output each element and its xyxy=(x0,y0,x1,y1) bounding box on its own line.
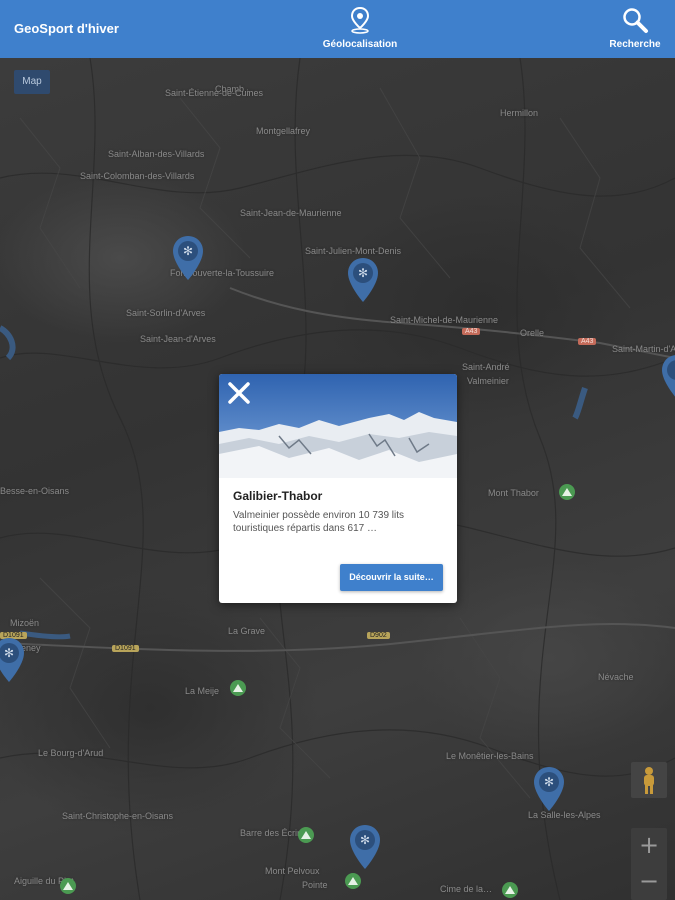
place-label: Hermillon xyxy=(500,108,539,118)
pegman-icon xyxy=(644,767,654,794)
svg-text:✻: ✻ xyxy=(544,775,554,789)
place-label: Mont Thabor xyxy=(488,488,539,498)
geolocation-label: Géolocalisation xyxy=(322,39,398,50)
place-label: Saint-Michel-de-Maurienne xyxy=(390,315,499,325)
place-label: Saint-Alban-des-Villards xyxy=(108,149,205,159)
road-badge: D902 xyxy=(367,632,390,639)
svg-text:✻: ✻ xyxy=(4,646,14,660)
place-label: Barre des Écrins xyxy=(240,828,307,838)
svg-text:✻: ✻ xyxy=(360,833,370,847)
place-label: Orelle xyxy=(520,328,545,338)
mountain-peak-icon xyxy=(230,680,246,696)
mountain-peak-icon xyxy=(60,878,76,894)
svg-text:✻: ✻ xyxy=(358,266,368,280)
location-pin-icon xyxy=(350,6,370,34)
place-label: Saint-Christophe-en-Oisans xyxy=(62,811,174,821)
place-label: Saint-Jean-d'Arves xyxy=(140,334,216,344)
place-label: Besse-en-Oisans xyxy=(0,486,70,496)
place-label: Le Bourg-d'Arud xyxy=(38,748,104,758)
search-label: Recherche xyxy=(609,39,661,50)
zoom-out-button[interactable]: − xyxy=(631,864,667,900)
place-label: Saint-Jean-de-Maurienne xyxy=(240,208,342,218)
ski-resort-pin-icon[interactable]: ✻ xyxy=(0,637,26,683)
place-label: Névache xyxy=(598,672,634,682)
ski-resort-pin-icon[interactable]: ✻ xyxy=(171,235,205,281)
road-badge: A43 xyxy=(462,328,481,335)
place-label: Mizoën xyxy=(10,618,40,628)
app-bar: GeoSport d'hiver Géolocalisation Recherc… xyxy=(0,0,675,58)
zoom-control: + − xyxy=(631,828,667,900)
mountain-peak-icon xyxy=(345,873,361,889)
discover-more-button[interactable]: Découvrir la suite… xyxy=(340,564,443,591)
ski-resort-pin-icon[interactable]: ✻ xyxy=(348,824,382,870)
place-label: La Meije xyxy=(185,686,220,696)
place-label: Montgellafrey xyxy=(256,126,311,136)
resort-title: Galibier-Thabor xyxy=(233,489,323,503)
mountain-peak-icon xyxy=(502,882,518,898)
search-icon xyxy=(623,8,648,33)
resort-photo xyxy=(219,374,457,478)
place-label: Saint-Martin-d'Arc xyxy=(612,344,675,354)
ski-resort-pin-icon[interactable] xyxy=(660,354,675,400)
road-badge: A43 xyxy=(578,338,597,345)
place-label: Saint-Étienne-de-Cuines xyxy=(165,88,264,98)
place-label: Mont Pelvoux xyxy=(265,866,320,876)
mountain-peak-icon xyxy=(559,484,575,500)
close-icon[interactable] xyxy=(225,379,253,407)
place-label: Pointe xyxy=(302,880,328,890)
app-title: GeoSport d'hiver xyxy=(14,21,119,36)
place-label: La Grave xyxy=(228,626,266,636)
resort-info-popup: Galibier-Thabor Valmeinier possède envir… xyxy=(219,374,457,603)
map-type-button[interactable]: Map xyxy=(14,70,50,94)
place-label: Saint-Julien-Mont-Denis xyxy=(305,246,402,256)
place-label: Le Monêtier-les-Bains xyxy=(446,751,534,761)
place-label: Saint-Sorlin-d'Arves xyxy=(126,308,206,318)
mountain-peak-icon xyxy=(298,827,314,843)
zoom-in-button[interactable]: + xyxy=(631,828,667,864)
street-view-pegman[interactable] xyxy=(631,762,667,798)
place-label: Cime de la… xyxy=(440,884,493,894)
search-button[interactable]: Recherche xyxy=(600,6,670,50)
place-label: Saint-Colomban-des-Villards xyxy=(80,171,195,181)
geolocation-button[interactable]: Géolocalisation xyxy=(310,6,410,50)
resort-description: Valmeinier possède environ 10 739 lits t… xyxy=(233,510,405,534)
ski-resort-pin-icon[interactable]: ✻ xyxy=(532,766,566,812)
place-label: Valmeinier xyxy=(467,376,509,386)
ski-resort-pin-icon[interactable]: ✻ xyxy=(346,257,380,303)
svg-text:✻: ✻ xyxy=(183,244,193,258)
road-badge: D1091 xyxy=(112,645,139,652)
place-label: Saint-André xyxy=(462,362,510,372)
